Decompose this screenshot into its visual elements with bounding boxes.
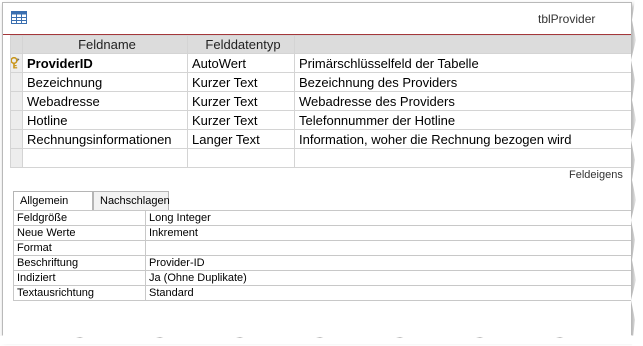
row-selector[interactable] bbox=[10, 72, 23, 92]
empty-cell[interactable] bbox=[294, 148, 631, 168]
torn-edge-bottom bbox=[0, 332, 640, 344]
field-type-cell[interactable]: Kurzer Text bbox=[187, 91, 295, 111]
property-value[interactable]: Ja (Ohne Duplikate) bbox=[145, 270, 631, 286]
property-row[interactable]: Textausrichtung Standard bbox=[13, 285, 631, 301]
row-selector[interactable] bbox=[10, 53, 23, 73]
field-description-cell[interactable]: Bezeichnung des Providers bbox=[294, 72, 631, 92]
grid-header-row: Feldname Felddatentyp bbox=[10, 35, 631, 54]
property-row[interactable]: Indiziert Ja (Ohne Duplikate) bbox=[13, 270, 631, 286]
table-row[interactable]: Rechnungsinformationen Langer Text Infor… bbox=[10, 129, 631, 149]
property-name: Format bbox=[13, 240, 146, 256]
field-type-cell[interactable]: Kurzer Text bbox=[187, 72, 295, 92]
property-name: Textausrichtung bbox=[13, 285, 146, 301]
field-description-cell[interactable]: Information, woher die Rechnung bezogen … bbox=[294, 129, 631, 149]
empty-row[interactable] bbox=[10, 148, 631, 168]
table-row[interactable]: Hotline Kurzer Text Telefonnummer der Ho… bbox=[10, 110, 631, 130]
row-selector[interactable] bbox=[10, 129, 23, 149]
row-selector[interactable] bbox=[10, 91, 23, 111]
property-row[interactable]: Feldgröße Long Integer bbox=[13, 210, 631, 226]
property-value[interactable]: Provider-ID bbox=[145, 255, 631, 271]
field-properties-label: Feldeigens bbox=[569, 169, 623, 181]
property-name: Indiziert bbox=[13, 270, 146, 286]
tab-nachschlagen[interactable]: Nachschlagen bbox=[93, 191, 170, 210]
field-name-cell[interactable]: Webadresse bbox=[22, 91, 188, 111]
property-name: Feldgröße bbox=[13, 210, 146, 226]
column-header-description[interactable] bbox=[294, 35, 631, 54]
empty-cell[interactable] bbox=[22, 148, 188, 168]
row-selector[interactable] bbox=[10, 110, 23, 130]
empty-cell[interactable] bbox=[187, 148, 295, 168]
field-description-cell[interactable]: Primärschlüsselfeld der Tabelle bbox=[294, 53, 631, 73]
tab-allgemein[interactable]: Allgemein bbox=[13, 191, 93, 211]
property-value[interactable]: Inkrement bbox=[145, 225, 631, 241]
field-name-cell[interactable]: Hotline bbox=[22, 110, 188, 130]
table-icon bbox=[11, 11, 27, 24]
property-name: Neue Werte bbox=[13, 225, 146, 241]
field-description-cell[interactable]: Webadresse des Providers bbox=[294, 91, 631, 111]
property-value[interactable] bbox=[145, 240, 631, 256]
property-value[interactable]: Long Integer bbox=[145, 210, 631, 226]
field-type-cell[interactable]: Langer Text bbox=[187, 129, 295, 149]
column-header-fieldname[interactable]: Feldname bbox=[22, 35, 188, 54]
property-row[interactable]: Format bbox=[13, 240, 631, 256]
row-selector-header[interactable] bbox=[10, 35, 23, 54]
window-title: tblProvider bbox=[538, 12, 596, 26]
property-row[interactable]: Neue Werte Inkrement bbox=[13, 225, 631, 241]
torn-edge-right bbox=[629, 0, 643, 346]
title-bar: tblProvider bbox=[3, 3, 631, 34]
field-properties-grid: Feldgröße Long Integer Neue Werte Inkrem… bbox=[13, 210, 631, 301]
table-design-window: tblProvider Feldname Felddatentyp Provid… bbox=[2, 2, 632, 338]
field-description-cell[interactable]: Telefonnummer der Hotline bbox=[294, 110, 631, 130]
property-row[interactable]: Beschriftung Provider-ID bbox=[13, 255, 631, 271]
property-value[interactable]: Standard bbox=[145, 285, 631, 301]
field-type-cell[interactable]: AutoWert bbox=[187, 53, 295, 73]
primary-key-icon bbox=[11, 57, 20, 69]
field-name-cell[interactable]: Bezeichnung bbox=[22, 72, 188, 92]
field-name-cell[interactable]: ProviderID bbox=[22, 53, 188, 73]
field-name-cell[interactable]: Rechnungsinformationen bbox=[22, 129, 188, 149]
row-selector[interactable] bbox=[10, 148, 23, 168]
column-header-datatype[interactable]: Felddatentyp bbox=[187, 35, 295, 54]
table-row[interactable]: Webadresse Kurzer Text Webadresse des Pr… bbox=[10, 91, 631, 111]
field-type-cell[interactable]: Kurzer Text bbox=[187, 110, 295, 130]
property-name: Beschriftung bbox=[13, 255, 146, 271]
table-row[interactable]: Bezeichnung Kurzer Text Bezeichnung des … bbox=[10, 72, 631, 92]
field-design-grid: Feldname Felddatentyp ProviderID AutoWer… bbox=[10, 35, 631, 168]
table-row[interactable]: ProviderID AutoWert Primärschlüsselfeld … bbox=[10, 53, 631, 73]
